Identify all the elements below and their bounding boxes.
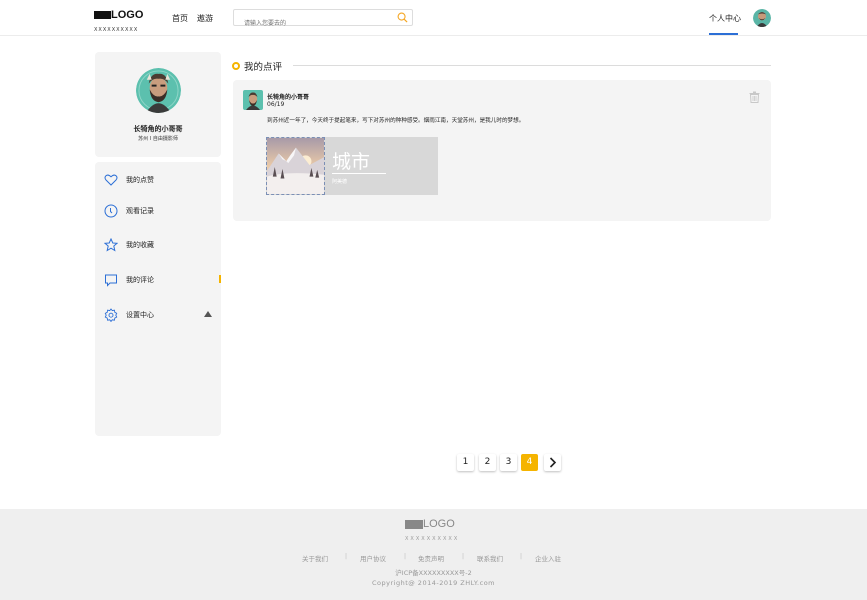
menu-item-settings[interactable]: 设置中心 <box>104 306 214 324</box>
menu-label: 我的评论 <box>126 276 154 284</box>
profile-desc: 苏州 I 自由摄影师 <box>138 136 178 142</box>
logo-text: LOGO <box>111 9 144 21</box>
footer-link-about[interactable]: 关于我们 <box>302 553 328 563</box>
trash-icon[interactable] <box>749 91 760 103</box>
footer-logo: LOGO <box>405 518 455 537</box>
attachment-image[interactable] <box>266 137 325 195</box>
profile-name: 长犄角的小哥哥 <box>133 125 183 133</box>
footer-copyright: Copyright@ 2014-2019 ZHLY.com <box>371 579 496 587</box>
menu-item-likes[interactable]: 我的点赞 <box>104 171 214 189</box>
page-2-button[interactable]: 2 <box>479 454 496 471</box>
nav-travel[interactable]: 遨游 <box>197 13 213 24</box>
next-page-button[interactable] <box>544 454 561 471</box>
nav-user-center[interactable]: 个人中心 <box>709 13 741 24</box>
menu-item-favorites[interactable]: 我的收藏 <box>104 236 214 254</box>
comment-text: 到苏州近一年了，今天终于提起笔来，写下对苏州的种种感受。烟雨江南，天堂苏州，是我… <box>267 118 525 124</box>
footer-logo-text: LOGO <box>423 518 455 530</box>
active-menu-indicator <box>219 275 221 283</box>
attachment-title: 城市 <box>332 151 371 173</box>
logo-sub: XXXXXXXXXX <box>94 27 139 33</box>
menu-label: 观看记录 <box>126 207 154 215</box>
comment-author[interactable]: 长犄角的小哥哥 <box>267 92 309 101</box>
menu-label: 我的点赞 <box>126 176 154 184</box>
comment-date: 06/19 <box>267 101 285 108</box>
menu-label: 设置中心 <box>126 311 154 319</box>
footer-link-contact[interactable]: 联系我们 <box>477 553 503 563</box>
clock-icon <box>104 204 118 218</box>
section-title-text: 我的点评 <box>244 62 283 73</box>
site-logo[interactable]: LOGO XXXXXXXXXX <box>94 9 143 33</box>
page-4-button[interactable]: 4 <box>521 454 538 471</box>
page-1-button[interactable]: 1 <box>457 454 474 471</box>
nav-home[interactable]: 首页 <box>172 13 188 24</box>
footer-icp: 沪ICP备XXXXXXXXX号-2 <box>395 569 472 577</box>
footer-separator: | <box>404 553 407 560</box>
chevron-right-icon <box>549 457 557 468</box>
footer-link-agreement[interactable]: 用户协议 <box>360 553 386 563</box>
active-nav-underline <box>709 33 738 35</box>
menu-label: 我的收藏 <box>126 241 154 249</box>
logo-mark-icon <box>94 11 111 19</box>
search-input[interactable] <box>234 16 384 31</box>
menu-item-comments[interactable]: 我的评论 <box>104 271 214 289</box>
expand-triangle-icon[interactable] <box>204 311 212 317</box>
comment-icon <box>105 274 117 287</box>
footer-logo-mark-icon <box>405 520 423 529</box>
header-avatar[interactable] <box>753 9 771 27</box>
page-3-button[interactable]: 3 <box>500 454 517 471</box>
footer-separator: | <box>520 553 523 560</box>
profile-avatar[interactable] <box>136 68 181 113</box>
attachment-divider <box>332 173 386 174</box>
footer-separator: | <box>345 553 348 560</box>
search-box <box>233 9 413 31</box>
star-icon <box>104 238 118 252</box>
menu-item-history[interactable]: 观看记录 <box>104 202 214 220</box>
settings-icon <box>104 308 118 322</box>
footer-logo-sub: XXXXXXXXXX <box>405 536 460 542</box>
heart-icon <box>104 174 118 186</box>
search-icon[interactable] <box>397 12 408 23</box>
footer-separator: | <box>462 553 465 560</box>
section-title: 我的点评 <box>232 59 282 73</box>
attachment-subtitle: 阿美德 <box>332 179 348 185</box>
footer-link-disclaimer[interactable]: 免责声明 <box>418 553 444 563</box>
comment-avatar[interactable] <box>243 90 263 110</box>
footer-link-enterprise[interactable]: 企业入驻 <box>535 553 561 563</box>
section-dot-icon <box>232 62 240 70</box>
section-divider <box>293 65 771 66</box>
